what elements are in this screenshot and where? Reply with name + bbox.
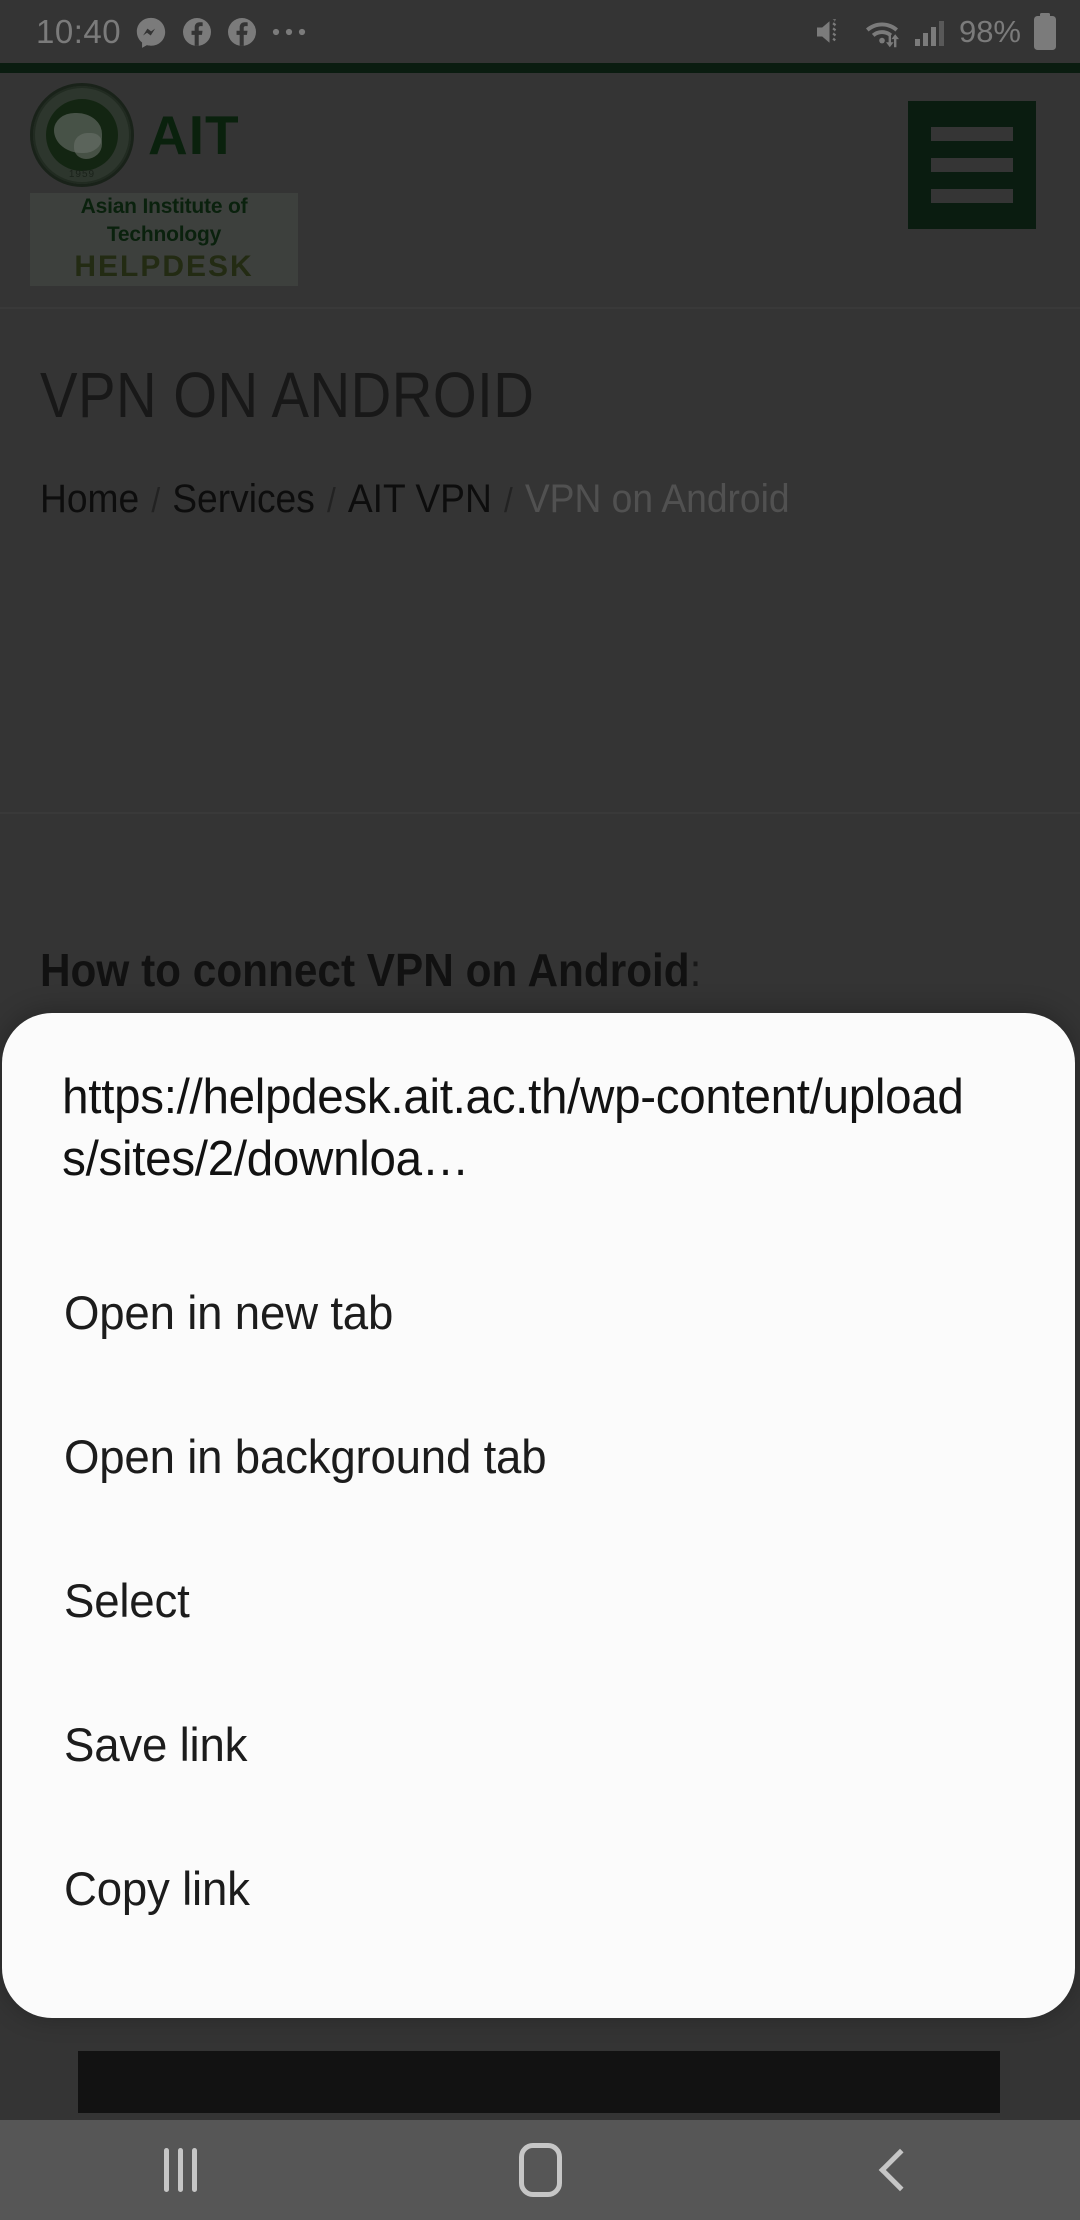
- menu-item-save-link[interactable]: Save link: [2, 1672, 1075, 1816]
- breadcrumb-item-services[interactable]: Services: [172, 477, 315, 521]
- hamburger-menu-icon[interactable]: [908, 101, 1036, 229]
- page-title-area: VPN ON ANDROID Home / Services / AIT VPN / VPN…: [0, 363, 1080, 519]
- menu-bar-2: [931, 158, 1013, 172]
- menu-item-copy-link[interactable]: Copy link: [2, 1816, 1075, 1960]
- embedded-dark-panel: [78, 2051, 1000, 2113]
- mute-vibrate-icon: [816, 18, 837, 43]
- menu-item-open-in-background-tab[interactable]: Open in background tab: [2, 1384, 1075, 1528]
- more-dots-icon: [272, 28, 306, 35]
- battery-full-icon: [1034, 12, 1056, 50]
- breadcrumb-item-current: VPN on Android: [524, 477, 790, 521]
- home-button[interactable]: [360, 2120, 720, 2220]
- link-context-menu: https://helpdesk.ait.ac.th/wp-content/up…: [2, 1013, 1075, 2018]
- breadcrumb: Home / Services / AIT VPN / VPN on Android: [40, 479, 1007, 519]
- menu-bar-3: [931, 189, 1013, 203]
- breadcrumb-item-ait-vpn[interactable]: AIT VPN: [348, 477, 492, 521]
- home-icon: [518, 2143, 562, 2197]
- messenger-icon: [136, 17, 166, 48]
- menu-item-label: Save link: [64, 1717, 248, 1771]
- facebook-icon: [183, 17, 212, 46]
- cellular-signal-icon: [914, 20, 944, 46]
- menu-item-label: Open in new tab: [64, 1285, 394, 1339]
- helpdesk-label: HELPDESK: [30, 248, 298, 286]
- battery-percent-label: 98%: [958, 13, 1021, 49]
- recents-button[interactable]: [0, 2120, 360, 2220]
- brand-wordmark: AIT: [148, 103, 240, 166]
- menu-item-label: Copy link: [64, 1861, 250, 1915]
- status-clock: 10:40: [36, 12, 122, 50]
- section-heading: How to connect VPN on Android:: [40, 947, 960, 993]
- breadcrumb-separator: /: [503, 482, 513, 520]
- menu-item-label: Select: [64, 1573, 190, 1627]
- breadcrumb-separator: /: [326, 482, 336, 520]
- back-icon: [878, 2148, 922, 2192]
- page-title: VPN ON ANDROID: [40, 359, 535, 431]
- content-divider: [0, 812, 1080, 814]
- breadcrumb-item-home[interactable]: Home: [40, 477, 139, 521]
- site-logo[interactable]: 1959 AIT Asian Institute of Technology H…: [30, 83, 298, 286]
- facebook-icon: [228, 17, 257, 46]
- context-menu-items: Open in new tab Open in background tab S…: [2, 1240, 1075, 1960]
- menu-bar-1: [931, 127, 1013, 141]
- wifi-transfer-icon: [865, 22, 899, 47]
- recents-icon: [163, 2148, 197, 2192]
- site-header: 1959 AIT Asian Institute of Technology H…: [0, 73, 1080, 307]
- menu-item-open-in-new-tab[interactable]: Open in new tab: [2, 1240, 1075, 1384]
- header-divider: [0, 307, 1080, 309]
- logo-row: 1959 AIT: [30, 83, 298, 187]
- article-body: How to connect VPN on Android:: [40, 947, 1040, 993]
- seal-year-label: 1959: [68, 169, 96, 180]
- phone-screen: 10:40 98% 1959 AIT Asian Institute of Te…: [0, 0, 1080, 2220]
- status-bar-left: 10:40: [36, 13, 307, 51]
- seal-globe: [46, 99, 118, 171]
- android-navigation-bar: [0, 2120, 1080, 2220]
- menu-item-label: Open in background tab: [64, 1429, 547, 1483]
- menu-item-select[interactable]: Select: [2, 1528, 1075, 1672]
- brand-accent-bar: [0, 63, 1080, 73]
- section-heading-colon: :: [689, 944, 702, 996]
- ait-seal-icon: 1959: [30, 83, 134, 187]
- breadcrumb-separator: /: [151, 482, 161, 520]
- context-menu-url-line1: https://helpdesk.ait.ac.th/wp: [62, 1070, 641, 1124]
- context-menu-url: https://helpdesk.ait.ac.th/wp-content/up…: [2, 1013, 1043, 1190]
- status-bar: 10:40 98%: [0, 0, 1080, 63]
- institute-name: Asian Institute of Technology: [30, 193, 298, 249]
- section-heading-text: How to connect VPN on Android: [40, 944, 690, 996]
- back-button[interactable]: [720, 2120, 1080, 2220]
- status-bar-right: 98%: [814, 12, 1058, 51]
